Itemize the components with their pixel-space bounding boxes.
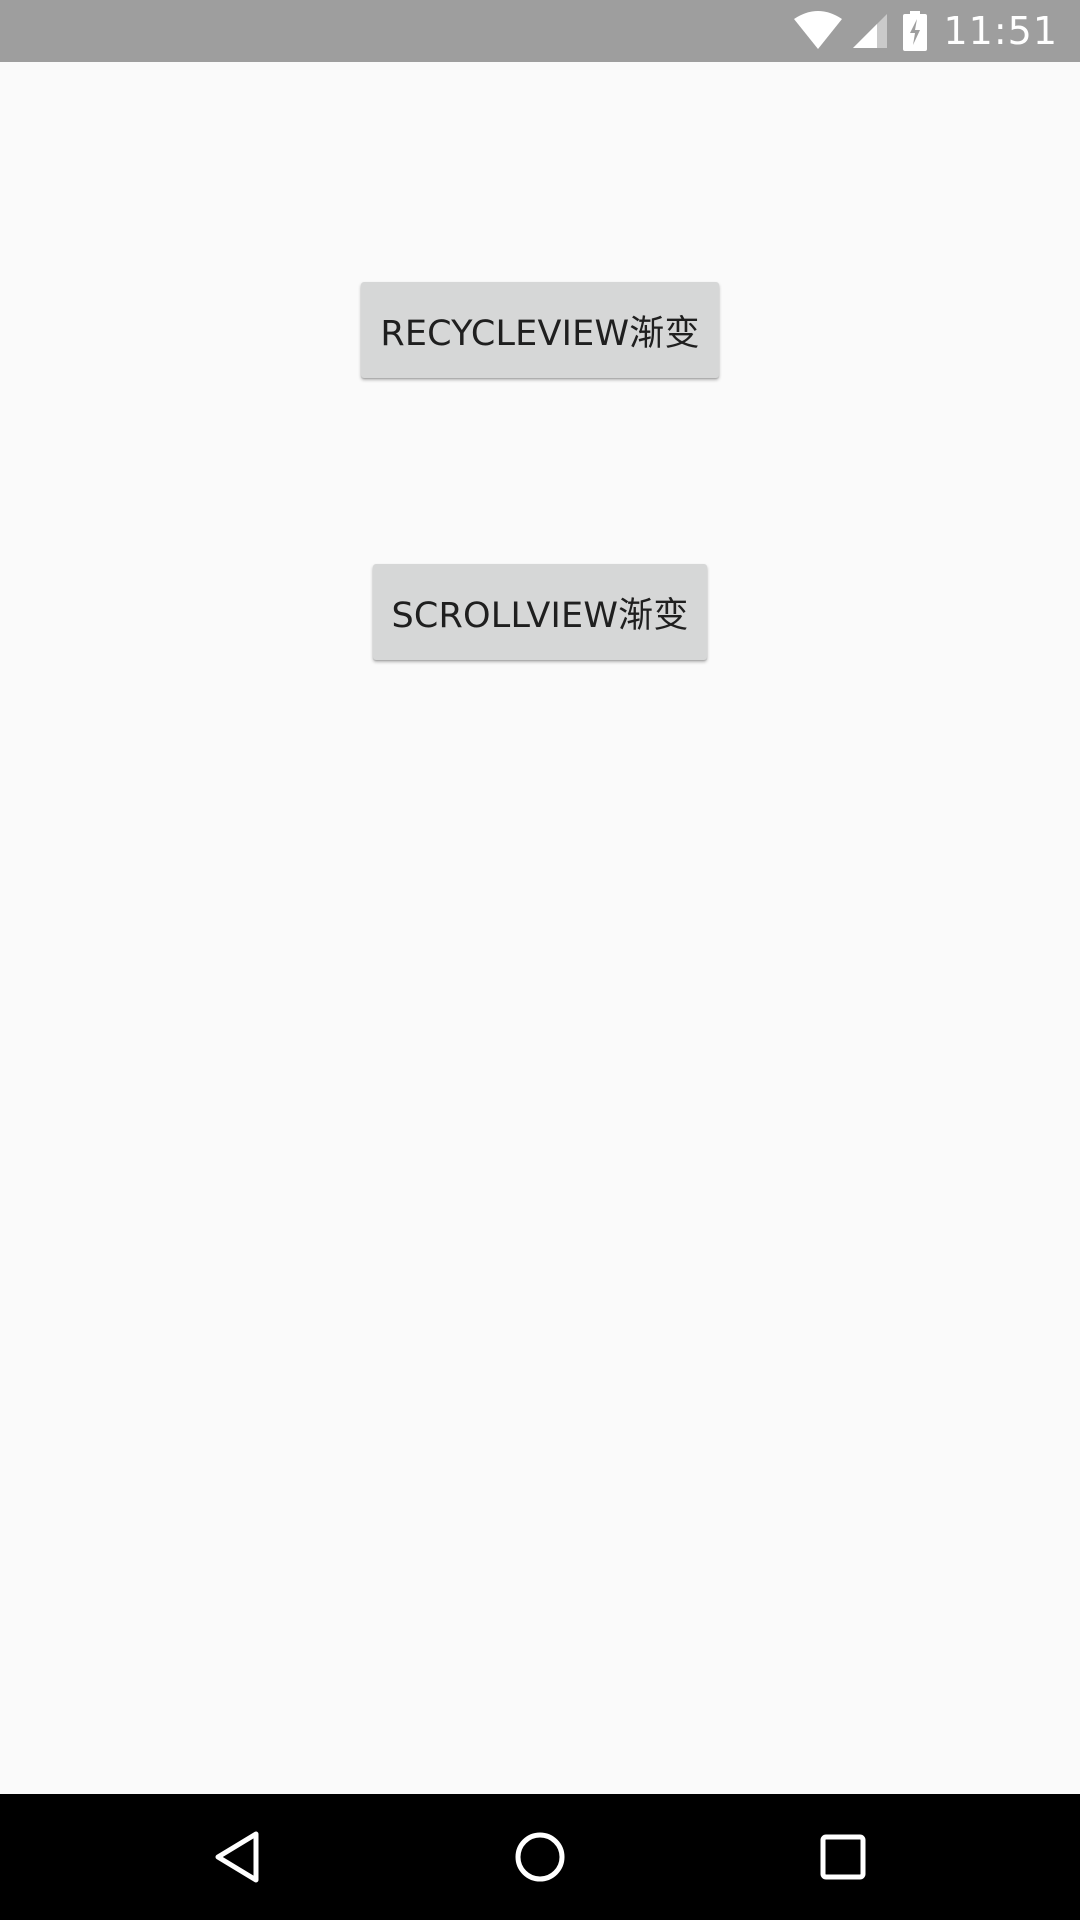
- status-icons: 11:51: [793, 0, 1058, 62]
- back-button[interactable]: [167, 1794, 307, 1920]
- clock: 11:51: [943, 9, 1058, 53]
- main-content: RECYCLEVIEW渐变 SCROLLVIEW渐变: [0, 62, 1080, 1794]
- navigation-bar: [0, 1794, 1080, 1920]
- app-screen: 11:51 RECYCLEVIEW渐变 SCROLLVIEW渐变: [0, 0, 1080, 1920]
- signal-icon: [853, 14, 888, 48]
- scrollview-gradient-button[interactable]: SCROLLVIEW渐变: [373, 564, 707, 660]
- home-button[interactable]: [470, 1794, 610, 1920]
- recents-icon: [820, 1834, 866, 1880]
- battery-charging-icon: [903, 11, 928, 51]
- recyclerview-gradient-button[interactable]: RECYCLEVIEW渐变: [361, 282, 719, 378]
- wifi-icon: [794, 11, 843, 49]
- status-bar: 11:51: [0, 0, 1080, 62]
- recents-button[interactable]: [773, 1794, 913, 1920]
- home-icon: [515, 1832, 565, 1882]
- back-icon: [215, 1831, 259, 1883]
